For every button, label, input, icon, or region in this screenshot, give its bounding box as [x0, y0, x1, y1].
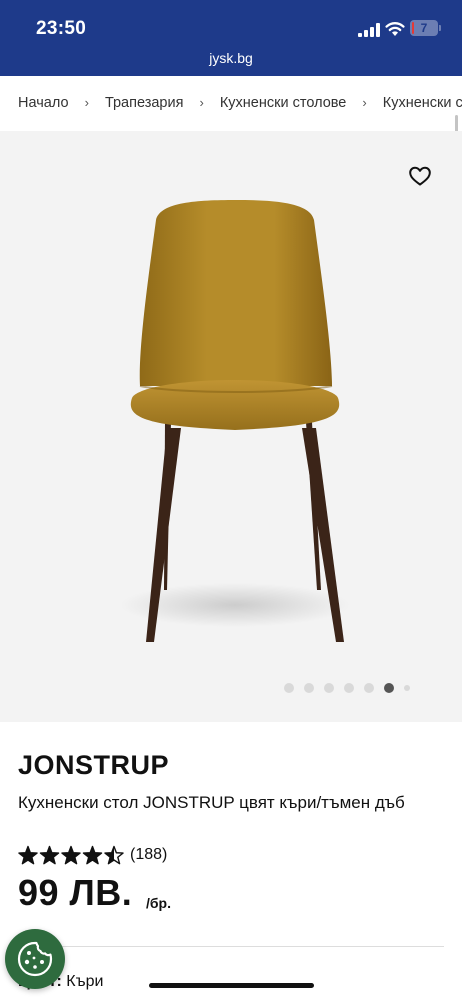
- battery-icon: 7: [410, 20, 438, 36]
- cookie-icon: [17, 941, 53, 977]
- pagination-dot[interactable]: [284, 683, 294, 693]
- breadcrumb-home[interactable]: Начало: [18, 95, 69, 111]
- chair-image: [120, 200, 350, 642]
- pagination-dot[interactable]: [364, 683, 374, 693]
- breadcrumb-dining[interactable]: Трапезария: [105, 95, 184, 111]
- wifi-icon: [385, 22, 405, 36]
- product-price: 99 ЛВ.: [18, 872, 133, 913]
- home-indicator[interactable]: [149, 983, 314, 988]
- chevron-right-icon: ›: [199, 95, 204, 110]
- star-half-icon: [104, 845, 124, 865]
- star-filled-icon: [61, 845, 81, 865]
- pagination-dot[interactable]: [344, 683, 354, 693]
- pagination-dot[interactable]: [384, 683, 394, 693]
- pagination-dot[interactable]: [304, 683, 314, 693]
- breadcrumb-current[interactable]: Кухненски с: [383, 95, 462, 111]
- rating-stars[interactable]: [18, 845, 124, 867]
- heart-icon[interactable]: [408, 164, 432, 188]
- product-title: JONSTRUP: [18, 750, 170, 780]
- chevron-right-icon: ›: [84, 95, 89, 110]
- divider: [18, 946, 444, 947]
- price-unit: /бр.: [146, 895, 171, 911]
- address-bar-url[interactable]: jysk.bg: [0, 50, 462, 66]
- star-filled-icon: [39, 845, 60, 865]
- chevron-right-icon: ›: [362, 95, 367, 110]
- status-time: 23:50: [36, 18, 87, 39]
- pagination-dot[interactable]: [404, 685, 410, 691]
- color-value: Къри: [66, 973, 104, 990]
- star-filled-icon: [18, 845, 38, 865]
- battery-percent: 7: [420, 21, 428, 35]
- rating-count[interactable]: (188): [130, 846, 167, 864]
- breadcrumb: Начало › Трапезария › Кухненски столове …: [18, 95, 462, 115]
- battery-tip: [439, 25, 441, 31]
- pagination-dot[interactable]: [324, 683, 334, 693]
- signal-icon: [358, 23, 380, 37]
- product-description: Кухненски стол JONSTRUP цвят къри/тъмен …: [18, 793, 405, 812]
- star-filled-icon: [82, 845, 103, 865]
- cookie-settings-button[interactable]: [5, 929, 65, 989]
- status-bar: 23:50 7 jysk.bg: [0, 0, 462, 76]
- breadcrumb-kitchen-chairs[interactable]: Кухненски столове: [220, 95, 347, 111]
